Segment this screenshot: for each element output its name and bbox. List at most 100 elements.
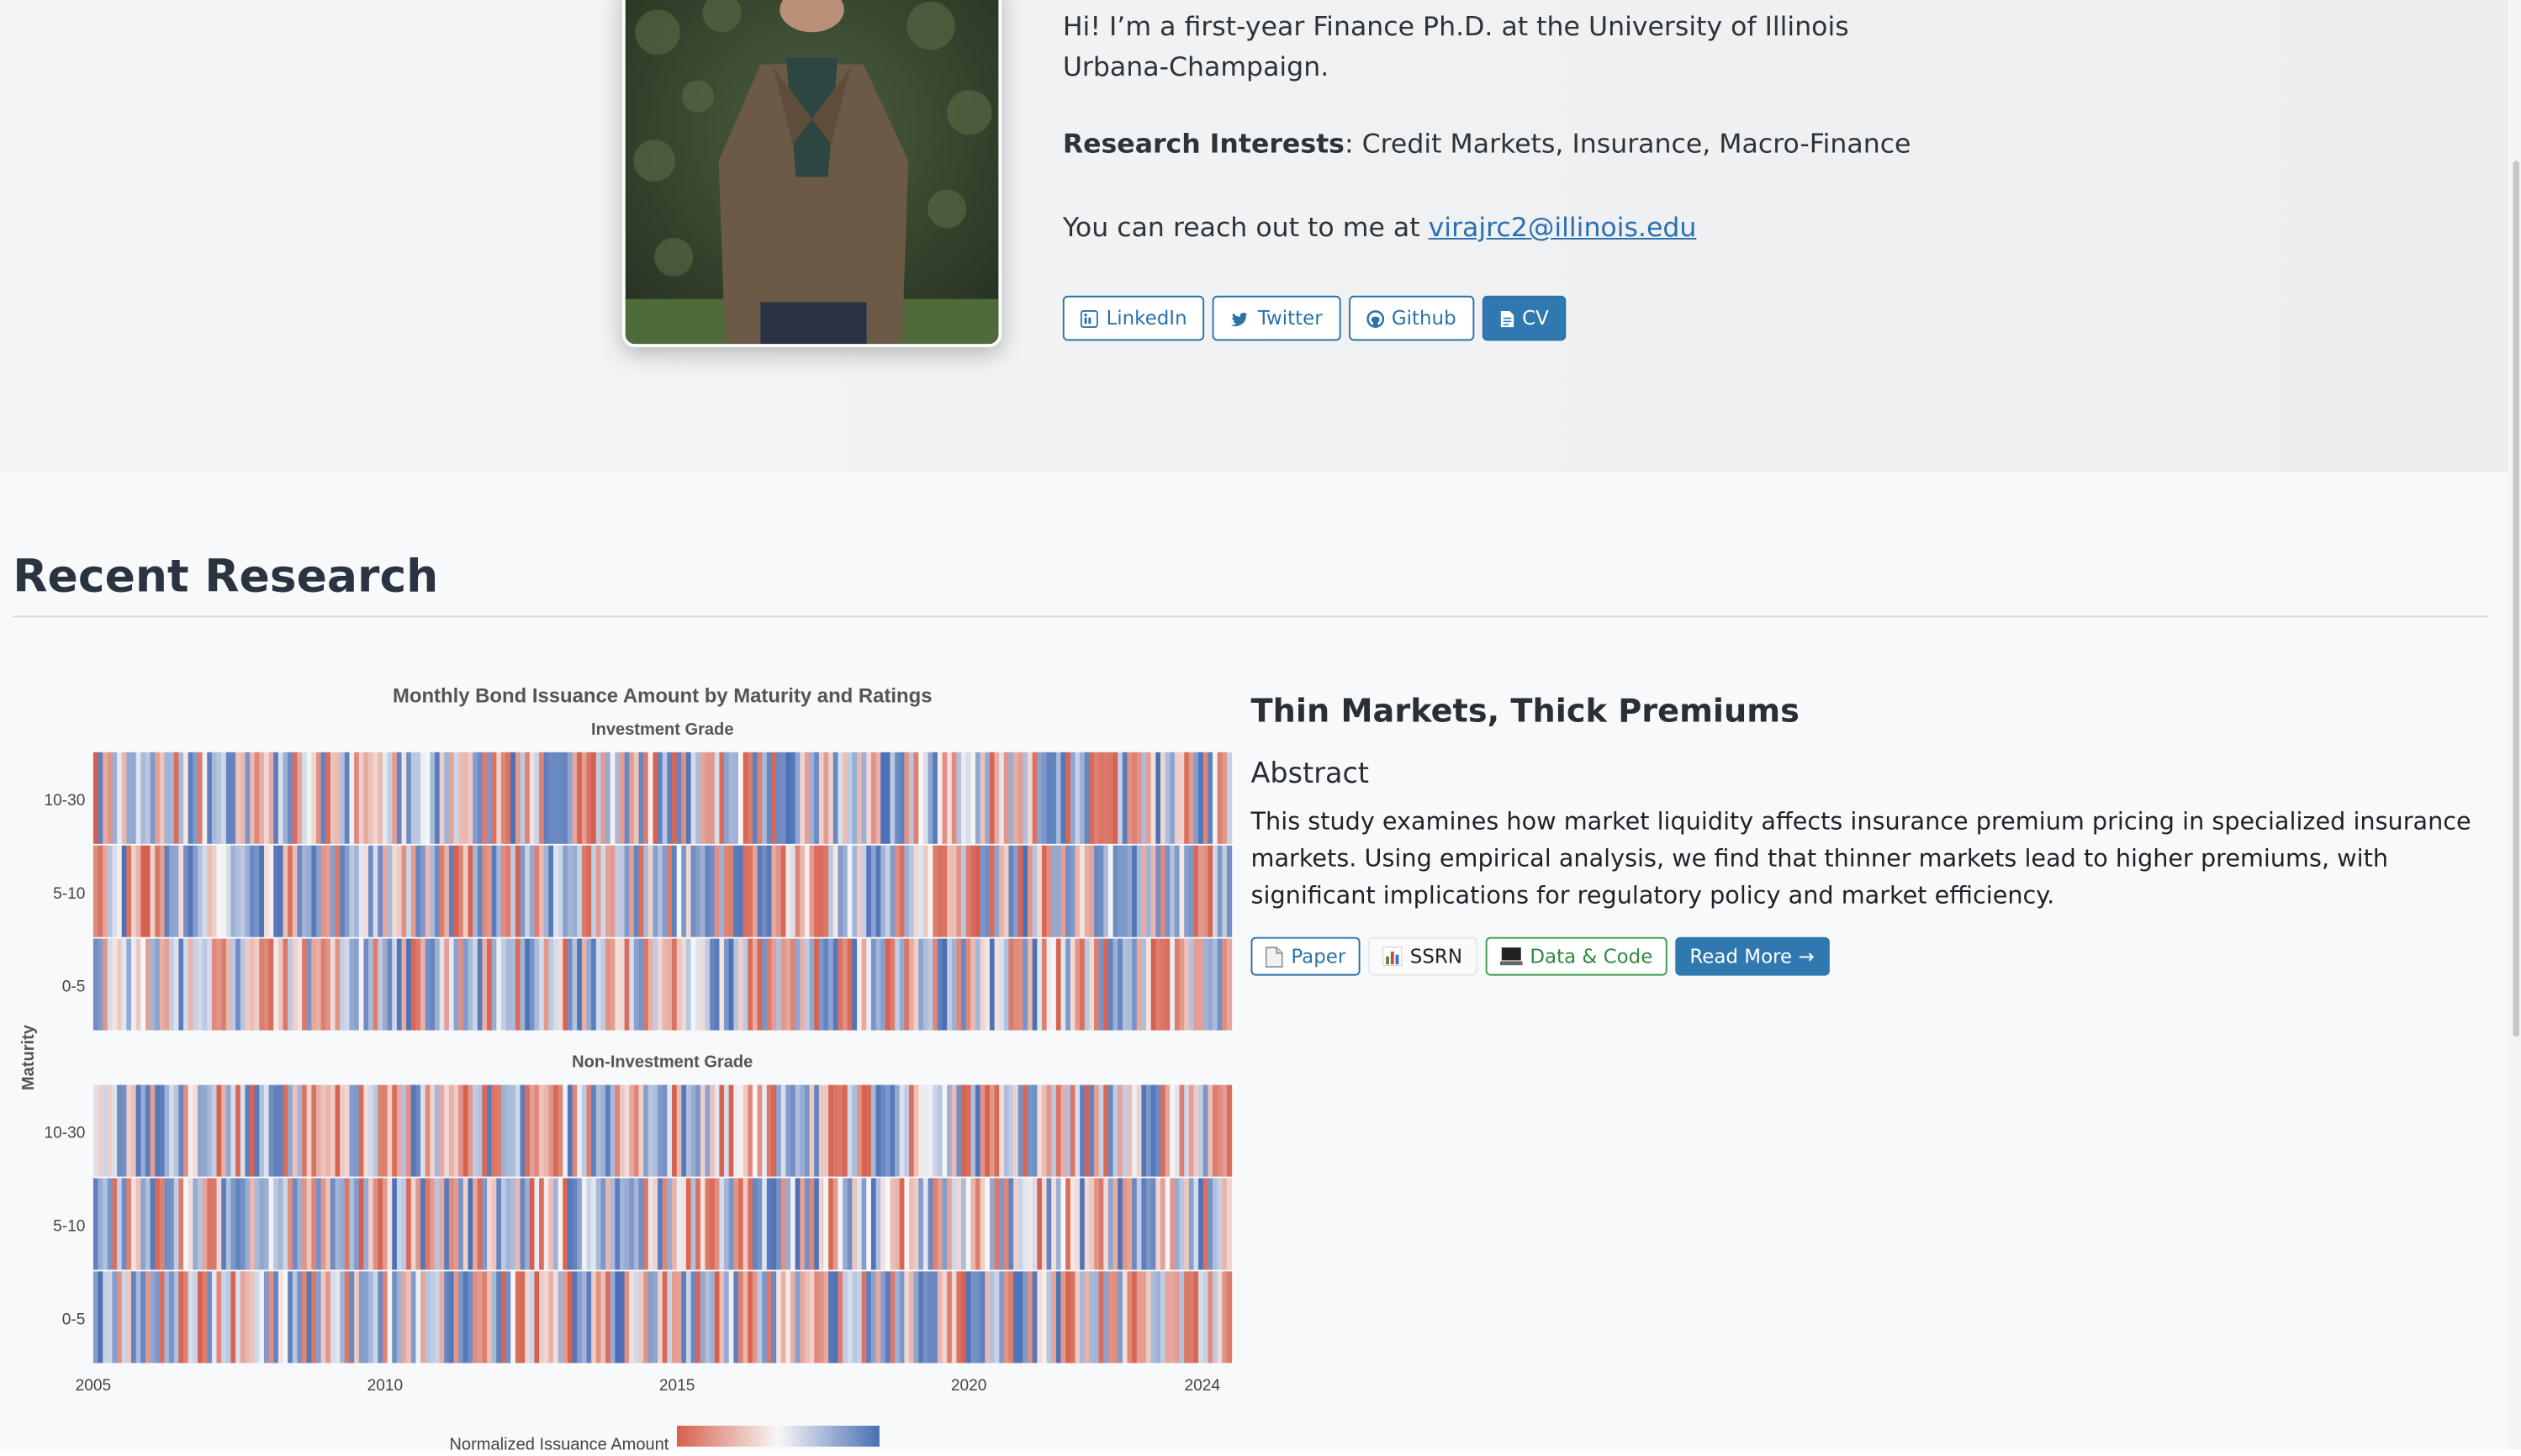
document-icon	[1500, 310, 1514, 327]
heatmap-cell	[368, 938, 374, 1031]
heatmap-cell	[277, 938, 284, 1031]
heatmap-cell	[1098, 845, 1104, 937]
heatmap-cell	[311, 752, 317, 844]
heatmap-cell	[866, 1084, 872, 1177]
heatmap-cell	[477, 845, 483, 937]
heatmap-cell	[956, 1271, 962, 1364]
heatmap-cell	[373, 1271, 378, 1364]
heatmap-cell	[880, 1178, 886, 1270]
heatmap-cell	[453, 1178, 459, 1270]
heatmap-cell	[695, 1178, 701, 1270]
cv-button[interactable]: CV	[1482, 295, 1567, 341]
heatmap-cell	[667, 752, 673, 844]
heatmap-cell	[292, 1271, 299, 1364]
heatmap-cell	[1084, 1178, 1090, 1270]
heatmap-cell	[1213, 1178, 1218, 1270]
heatmap-cell	[225, 1178, 232, 1270]
heatmap-cell	[733, 752, 739, 844]
github-button[interactable]: Github	[1348, 295, 1474, 341]
heatmap-cell	[103, 1084, 108, 1177]
heatmap-cell	[866, 1178, 872, 1270]
heatmap-cell	[496, 938, 502, 1031]
heatmap-cell	[961, 752, 967, 844]
heatmap-cell	[349, 1271, 355, 1364]
heatmap-cell	[92, 1178, 99, 1270]
heatmap-cell	[1037, 845, 1043, 937]
twitter-button[interactable]: Twitter	[1213, 295, 1340, 341]
heatmap-cell	[378, 752, 383, 844]
heatmap-cell	[700, 845, 706, 937]
read-more-button[interactable]: Read More →	[1675, 936, 1829, 976]
heatmap-cell	[207, 938, 213, 1031]
heatmap-cell	[595, 1178, 601, 1270]
heatmap-cell	[1032, 1178, 1038, 1270]
heatmap-cell	[216, 845, 222, 937]
page: Hi! I’m a first-year Finance Ph.D. at th…	[0, 0, 2521, 1454]
heatmap-cell	[818, 938, 825, 1031]
data-code-label: Data & Code	[1530, 945, 1653, 968]
heatmap-cell	[780, 1084, 786, 1177]
heatmap-cell	[288, 752, 293, 844]
heatmap-cell	[164, 938, 170, 1031]
heatmap-cell	[933, 1271, 938, 1364]
heatmap-cell	[1127, 752, 1133, 844]
heatmap-cell	[473, 1084, 478, 1177]
heatmap-cell	[169, 1084, 175, 1177]
heatmap-cell	[1118, 1084, 1123, 1177]
heatmap-cell	[1098, 1178, 1104, 1270]
paper-button[interactable]: Paper	[1250, 936, 1361, 976]
heatmap-cell	[335, 938, 341, 1031]
heatmap-cell	[197, 1084, 203, 1177]
heatmap-cell	[1127, 1084, 1133, 1177]
heatmap-cell	[1132, 752, 1138, 844]
heatmap-cell	[780, 1178, 786, 1270]
heatmap-cell	[1080, 845, 1086, 937]
heatmap-cell	[629, 752, 635, 844]
heatmap-cell	[1041, 1271, 1048, 1364]
heatmap-cell	[430, 1178, 436, 1270]
heatmap-cell	[1226, 845, 1233, 937]
heatmap-cell	[529, 845, 536, 937]
heatmap-cell	[928, 1178, 933, 1270]
heatmap-cell	[1065, 845, 1071, 937]
heatmap-cell	[1075, 752, 1081, 844]
heatmap-cell	[363, 1178, 369, 1270]
heatmap-cell	[885, 1084, 891, 1177]
ssrn-button[interactable]: SSRN	[1368, 936, 1477, 976]
email-link[interactable]: virajrc2@illinois.edu	[1429, 212, 1697, 242]
heatmap-cell	[577, 752, 583, 844]
heatmap-cell	[135, 938, 141, 1031]
heatmap-cell	[349, 1084, 355, 1177]
heatmap-cell	[928, 1271, 933, 1364]
linkedin-button[interactable]: LinkedIn	[1062, 295, 1205, 341]
heatmap-cell	[1017, 1178, 1023, 1270]
heatmap-cell	[543, 1178, 549, 1270]
heatmap-cell	[259, 1084, 265, 1177]
heatmap-cell	[710, 1178, 716, 1270]
heatmap-cell	[183, 1271, 189, 1364]
heatmap-cell	[250, 1084, 256, 1177]
heatmap-cell	[1170, 1271, 1176, 1364]
heatmap-cell	[1046, 752, 1052, 844]
heatmap-cell	[1141, 845, 1147, 937]
heatmap-cell	[685, 752, 692, 844]
heatmap-cell	[743, 845, 748, 937]
heatmap-cell	[250, 1178, 256, 1270]
heatmap-cell	[297, 1178, 303, 1270]
heatmap-cell	[591, 752, 597, 844]
scrollbar-thumb[interactable]	[2513, 161, 2520, 1037]
research-interests-label: Research Interests	[1062, 128, 1345, 160]
heatmap-cell	[904, 1084, 910, 1177]
heatmap-cell	[895, 845, 901, 937]
data-code-button[interactable]: Data & Code	[1484, 936, 1667, 976]
heatmap-cell	[216, 938, 222, 1031]
heatmap-cell	[1118, 938, 1123, 1031]
heatmap-cell	[790, 1178, 796, 1270]
heatmap-cell	[453, 845, 459, 937]
heatmap-cell	[970, 1178, 976, 1270]
heatmap-cell	[1070, 1084, 1076, 1177]
heatmap-cell	[230, 1084, 236, 1177]
heatmap-cell	[1165, 1084, 1171, 1177]
heatmap-cell	[140, 938, 146, 1031]
heatmap-cell	[885, 845, 891, 937]
